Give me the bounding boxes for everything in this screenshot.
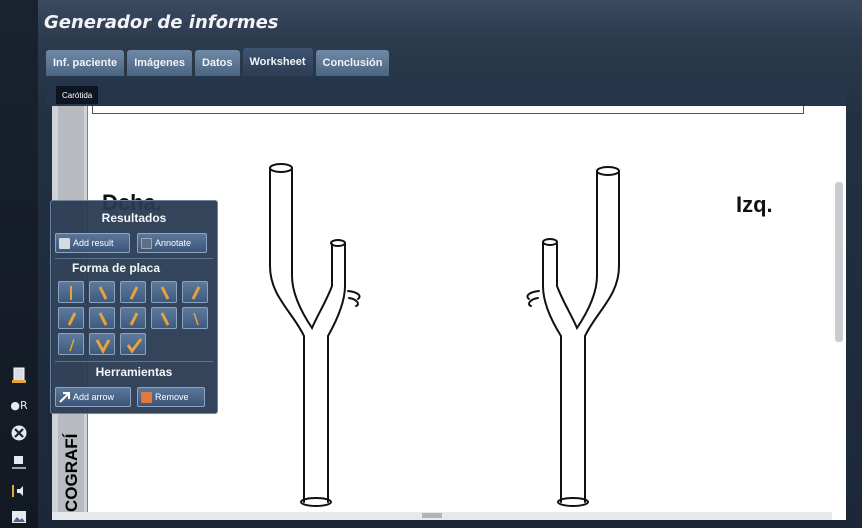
plaque-shape-heading: Forma de placa <box>71 261 161 275</box>
left-toolbar: ● R <box>0 0 38 528</box>
tab-patient-info[interactable]: Inf. paciente <box>46 50 125 76</box>
subtab-bar: Carótida <box>46 76 846 106</box>
annotate-icon <box>141 237 152 249</box>
tab-data[interactable]: Datos <box>194 50 240 76</box>
trash-icon <box>141 391 152 403</box>
r-marker-label: R <box>19 398 28 412</box>
tab-conclusion[interactable]: Conclusión <box>315 50 390 76</box>
add-result-button[interactable]: Add result <box>55 233 130 253</box>
r-marker-icon[interactable]: ● R <box>8 394 30 416</box>
plaque-shape-back-slash-4[interactable] <box>151 307 177 329</box>
add-arrow-button[interactable]: Add arrow <box>55 387 131 407</box>
plaque-shape-back-slash[interactable] <box>89 281 115 303</box>
subtab-carotid[interactable]: Carótida <box>56 86 99 104</box>
plaque-shape-fwd-slash-2[interactable] <box>182 281 208 303</box>
plaque-shape-v[interactable] <box>89 333 115 355</box>
panel-divider <box>55 258 213 259</box>
plaque-shape-check[interactable] <box>120 333 146 355</box>
plaque-shape-back-thin[interactable] <box>182 307 208 329</box>
arrow-icon <box>59 391 70 403</box>
panel-divider-2 <box>55 361 213 362</box>
left-carotid-vessel <box>526 166 620 507</box>
plaque-shape-back-slash-2[interactable] <box>151 281 177 303</box>
plaque-shape-fwd-thin[interactable] <box>58 333 84 355</box>
image-icon[interactable] <box>8 506 30 528</box>
volume-icon[interactable] <box>8 480 30 502</box>
tab-bar: Inf. paciente Imágenes Datos Worksheet C… <box>46 48 392 76</box>
add-arrow-label: Add arrow <box>73 392 115 402</box>
annotate-label: Annotate <box>155 238 192 248</box>
stack-icon[interactable] <box>8 452 30 474</box>
plaque-shape-fwd-slash-3[interactable] <box>58 307 84 329</box>
results-tool-panel: Resultados Add result Annotate Forma de … <box>50 200 218 414</box>
horizontal-scroll-thumb[interactable] <box>422 513 442 518</box>
vertical-scrollbar[interactable] <box>832 106 846 520</box>
right-carotid-vessel <box>269 163 361 507</box>
tab-worksheet[interactable]: Worksheet <box>242 48 313 76</box>
tools-heading: Herramientas <box>95 365 173 379</box>
document-icon[interactable] <box>8 364 30 386</box>
add-result-icon <box>59 237 70 249</box>
remove-label: Remove <box>155 392 189 402</box>
plaque-shape-fwd-slash-4[interactable] <box>120 307 146 329</box>
horizontal-scrollbar[interactable] <box>52 512 832 520</box>
vertical-scroll-thumb[interactable] <box>835 182 843 342</box>
results-heading: Resultados <box>101 211 167 225</box>
plaque-shape-back-slash-3[interactable] <box>89 307 115 329</box>
plaque-shape-fwd-slash[interactable] <box>120 281 146 303</box>
close-circle-icon[interactable] <box>8 422 30 444</box>
plaque-shape-vertical[interactable] <box>58 281 84 303</box>
annotate-button[interactable]: Annotate <box>137 233 207 253</box>
remove-button[interactable]: Remove <box>137 387 205 407</box>
page-title: Generador de informes <box>44 12 279 33</box>
tab-images[interactable]: Imágenes <box>127 50 192 76</box>
add-result-label: Add result <box>73 238 114 248</box>
